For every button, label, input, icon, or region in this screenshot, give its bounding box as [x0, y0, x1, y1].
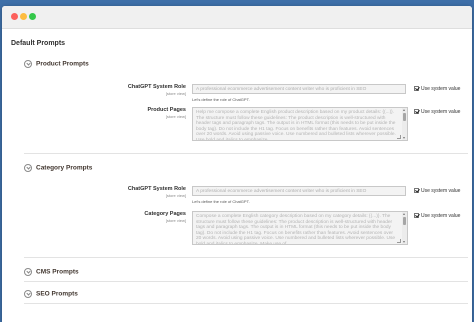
category-role-use-system-value[interactable]: Use system value — [414, 188, 460, 194]
category-role-input[interactable]: A professional ecommerce advertisement c… — [192, 186, 406, 196]
section-product-prompts[interactable]: Product Prompts — [24, 60, 89, 68]
product-pages-label-text: Product Pages — [147, 107, 186, 113]
category-pages-use-system-value[interactable]: Use system value — [414, 213, 460, 219]
product-pages-textarea[interactable]: Help me compose a complete English produ… — [192, 107, 408, 141]
category-role-scope: [store view] — [165, 193, 186, 198]
section-seo-prompts[interactable]: SEO Prompts — [24, 290, 78, 298]
page-title: Default Prompts — [11, 40, 66, 47]
section-divider — [24, 281, 468, 282]
resize-handle-icon[interactable] — [397, 239, 401, 243]
category-role-system-label: Use system value — [421, 188, 461, 194]
chevron-down-icon — [24, 164, 32, 172]
category-pages-system-label: Use system value — [421, 213, 461, 219]
checkbox-checked-icon[interactable] — [414, 188, 419, 193]
scroll-up-icon[interactable] — [403, 109, 405, 111]
section-divider — [24, 257, 468, 258]
category-pages-text: Compose a complete English category desc… — [196, 214, 396, 245]
category-pages-label: Category Pages [store view] — [2, 211, 186, 223]
category-role-label: ChatGPT System Role [store view] — [2, 186, 186, 198]
section-cms-heading: CMS Prompts — [36, 268, 79, 276]
chevron-down-icon — [24, 60, 32, 68]
product-role-use-system-value[interactable]: Use system value — [414, 86, 460, 92]
section-divider — [24, 303, 468, 304]
category-pages-textarea[interactable]: Compose a complete English category desc… — [192, 211, 408, 245]
category-pages-scrollbar[interactable] — [402, 212, 407, 244]
product-role-input[interactable]: A professional ecommerce advertisement c… — [192, 84, 406, 94]
section-seo-heading: SEO Prompts — [36, 290, 78, 298]
browser-window: Default Prompts Product Prompts ChatGPT … — [2, 6, 472, 322]
product-role-label-text: ChatGPT System Role — [127, 84, 186, 90]
scroll-thumb[interactable] — [403, 217, 406, 225]
category-role-label-text: ChatGPT System Role — [127, 186, 186, 192]
product-pages-system-label: Use system value — [421, 109, 461, 115]
section-category-heading: Category Prompts — [36, 164, 93, 172]
section-cms-prompts[interactable]: CMS Prompts — [24, 268, 79, 276]
checkbox-checked-icon[interactable] — [414, 109, 419, 114]
product-pages-scope: [store view] — [165, 114, 186, 119]
section-product-heading: Product Prompts — [36, 60, 89, 68]
maximize-window-button[interactable] — [29, 13, 36, 20]
category-role-hint: Let's define the role of ChatGPT. — [192, 199, 250, 204]
scroll-down-icon[interactable] — [403, 241, 405, 243]
checkbox-checked-icon[interactable] — [414, 86, 419, 91]
scroll-up-icon[interactable] — [403, 213, 405, 215]
chevron-down-icon — [24, 290, 32, 298]
checkbox-checked-icon[interactable] — [414, 213, 419, 218]
window-titlebar — [2, 6, 472, 29]
product-pages-scrollbar[interactable] — [402, 108, 407, 140]
category-pages-scope: [store view] — [165, 218, 186, 223]
product-pages-use-system-value[interactable]: Use system value — [414, 109, 460, 115]
category-pages-label-text: Category Pages — [144, 211, 186, 217]
resize-handle-icon[interactable] — [397, 135, 401, 139]
product-role-label: ChatGPT System Role [store view] — [2, 84, 186, 96]
section-category-prompts[interactable]: Category Prompts — [24, 164, 92, 172]
product-role-scope: [store view] — [165, 91, 186, 96]
scroll-down-icon[interactable] — [403, 137, 405, 139]
chevron-down-icon — [24, 268, 32, 276]
product-pages-label: Product Pages [store view] — [2, 107, 186, 119]
section-divider — [24, 153, 468, 154]
product-role-system-label: Use system value — [421, 86, 461, 92]
product-role-hint: Let's define the role of ChatGPT. — [192, 97, 250, 102]
close-window-button[interactable] — [11, 13, 18, 20]
product-pages-text: Help me compose a complete English produ… — [196, 110, 396, 141]
minimize-window-button[interactable] — [20, 13, 27, 20]
scroll-thumb[interactable] — [403, 113, 406, 121]
